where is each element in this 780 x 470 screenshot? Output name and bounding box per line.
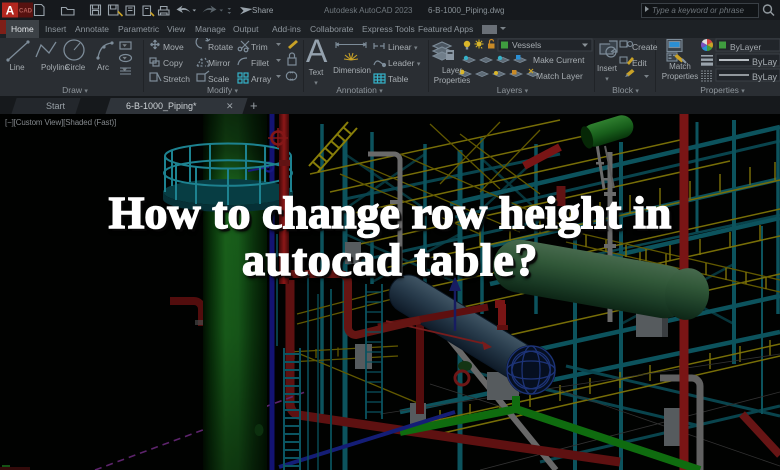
svg-text:A: A xyxy=(6,4,15,18)
